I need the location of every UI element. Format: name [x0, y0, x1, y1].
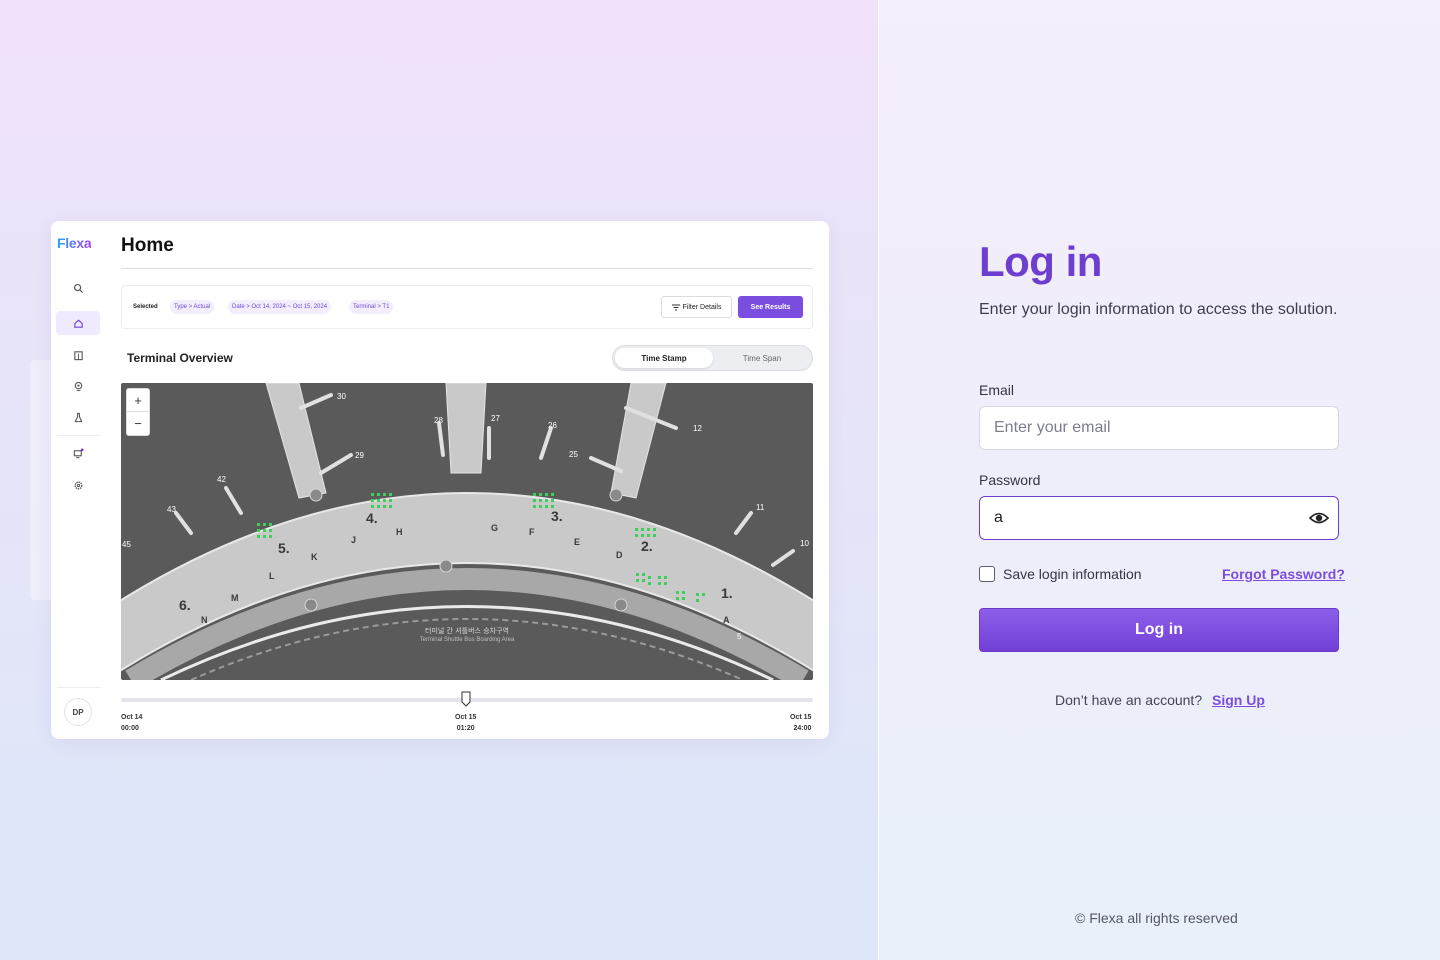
login-title: Log in [979, 238, 1102, 285]
terminal-overview-title: Terminal Overview [127, 351, 233, 365]
timeline-end-date: Oct 15 [790, 714, 812, 721]
gate-label-25: 25 [569, 450, 578, 459]
filter-icon [671, 304, 680, 310]
map-zoom-controls: + − [126, 388, 150, 436]
time-mode-toggle: Time Stamp Time Span [612, 345, 813, 371]
title-divider [121, 268, 813, 269]
toggle-time-span: Time Span [742, 353, 782, 363]
timeline-current-date: Oct 15 [455, 714, 477, 721]
filter-details-button: Filter Details [661, 296, 732, 318]
search-icon [56, 276, 100, 300]
page-title: Home [121, 235, 174, 256]
sidebar-divider [57, 435, 101, 436]
footer-copyright: © Flexa all rights reserved [1075, 910, 1238, 926]
save-login-label[interactable]: Save login information [1003, 566, 1142, 582]
login-subtitle: Enter your login information to access t… [979, 301, 1338, 318]
location-icon [56, 374, 100, 398]
gate-label-26: 26 [548, 421, 557, 430]
check-in-label-k: K [311, 552, 318, 562]
concourse-label-2: 2. [641, 538, 653, 554]
gear-icon [56, 473, 100, 497]
timeline-start-time: 00:00 [121, 725, 139, 732]
password-field[interactable] [979, 496, 1339, 540]
preview-logo: Flexa [57, 235, 92, 251]
terminal-map: 30 28 27 26 25 12 29 42 43 45 11 10 5 5.… [121, 383, 813, 680]
concourse-label-1: 1. [721, 585, 733, 601]
check-in-label-m: M [231, 593, 239, 603]
gate-label-11: 11 [756, 503, 765, 512]
gate-label-42: 42 [217, 475, 226, 484]
filter-bar: Selected Type > Actual Date > Oct 14, 20… [121, 285, 813, 329]
gate-label-27: 27 [491, 414, 500, 423]
gate-label-10: 10 [800, 539, 809, 548]
email-label: Email [979, 382, 1015, 398]
monitor-notification-icon [56, 441, 100, 465]
promo-pane: Flexa DP Home Selected Type > Actual Dat… [0, 0, 878, 960]
gate-label-5: 5 [737, 632, 742, 641]
avatar: DP [64, 698, 92, 726]
filter-chip-date: Date > Oct 14, 2024 ~ Oct 15, 2024 [228, 300, 332, 314]
bus-area-label-kr: 터미널 간 셔틀버스 승차구역 [425, 626, 509, 635]
filter-chip-terminal: Terminal > T1 [349, 300, 394, 314]
concourse-label-4: 4. [366, 510, 378, 526]
selected-label: Selected [133, 304, 158, 310]
password-label: Password [979, 472, 1041, 488]
terminal-map-drawing: 30 28 27 26 25 12 29 42 43 45 11 10 5 5.… [121, 383, 813, 680]
gate-label-43: 43 [167, 505, 176, 514]
timeline-end-time: 24:00 [793, 725, 812, 732]
gate-label-28: 28 [434, 416, 443, 425]
filter-chip-type: Type > Actual [170, 300, 215, 314]
toggle-time-stamp: Time Stamp [615, 348, 713, 368]
gate-label-12: 12 [693, 424, 702, 433]
building-icon [56, 343, 100, 367]
concourse-label-3: 3. [551, 508, 563, 524]
save-login-checkbox[interactable] [979, 566, 995, 582]
timeline-handle [461, 691, 471, 707]
timeline-current: Oct 15 01:20 [455, 712, 476, 734]
preview-main: Home Selected Type > Actual Date > Oct 1… [121, 221, 813, 739]
check-in-label-j: J [351, 535, 356, 545]
bus-area-label-en: Terminal Shuttle Bus Boarding Area [420, 637, 515, 643]
signup-link[interactable]: Sign Up [1212, 692, 1265, 708]
check-in-label-e: E [574, 537, 580, 547]
check-in-label-a: A [723, 615, 730, 625]
gate-label-29: 29 [355, 451, 364, 460]
timeline-start-date: Oct 14 [121, 714, 143, 721]
gate-label-30: 30 [337, 392, 346, 401]
login-button[interactable]: Log in [979, 608, 1339, 652]
check-in-label-l: L [269, 571, 275, 581]
flask-icon [56, 405, 100, 429]
check-in-label-n: N [201, 615, 208, 625]
timeline-current-time: 01:20 [456, 725, 475, 732]
email-field[interactable] [979, 406, 1339, 450]
concourse-label-6: 6. [179, 597, 191, 613]
timeline-end: Oct 15 24:00 [790, 712, 811, 734]
signup-prompt: Don’t have an account? [1055, 692, 1203, 708]
home-icon [56, 311, 100, 335]
concourse-label-5: 5. [278, 540, 290, 556]
gate-label-45: 45 [122, 540, 131, 549]
zoom-out-button: − [134, 416, 142, 431]
sidebar-bottom-divider [57, 687, 101, 688]
filter-details-label: Filter Details [682, 303, 722, 311]
check-in-label-f: F [529, 527, 535, 537]
login-pane [878, 0, 1440, 960]
check-in-label-g: G [491, 523, 498, 533]
zoom-in-button: + [127, 389, 149, 412]
app-preview-card: Flexa DP Home Selected Type > Actual Dat… [51, 221, 829, 739]
timeline-start: Oct 14 00:00 [121, 712, 142, 734]
check-in-label-d: D [616, 550, 623, 560]
check-in-label-h: H [396, 527, 403, 537]
forgot-password-link[interactable]: Forgot Password? [1222, 566, 1345, 582]
eye-icon[interactable] [1308, 509, 1330, 527]
preview-sidebar: Flexa DP [51, 221, 107, 739]
see-results-button: See Results [738, 296, 803, 318]
